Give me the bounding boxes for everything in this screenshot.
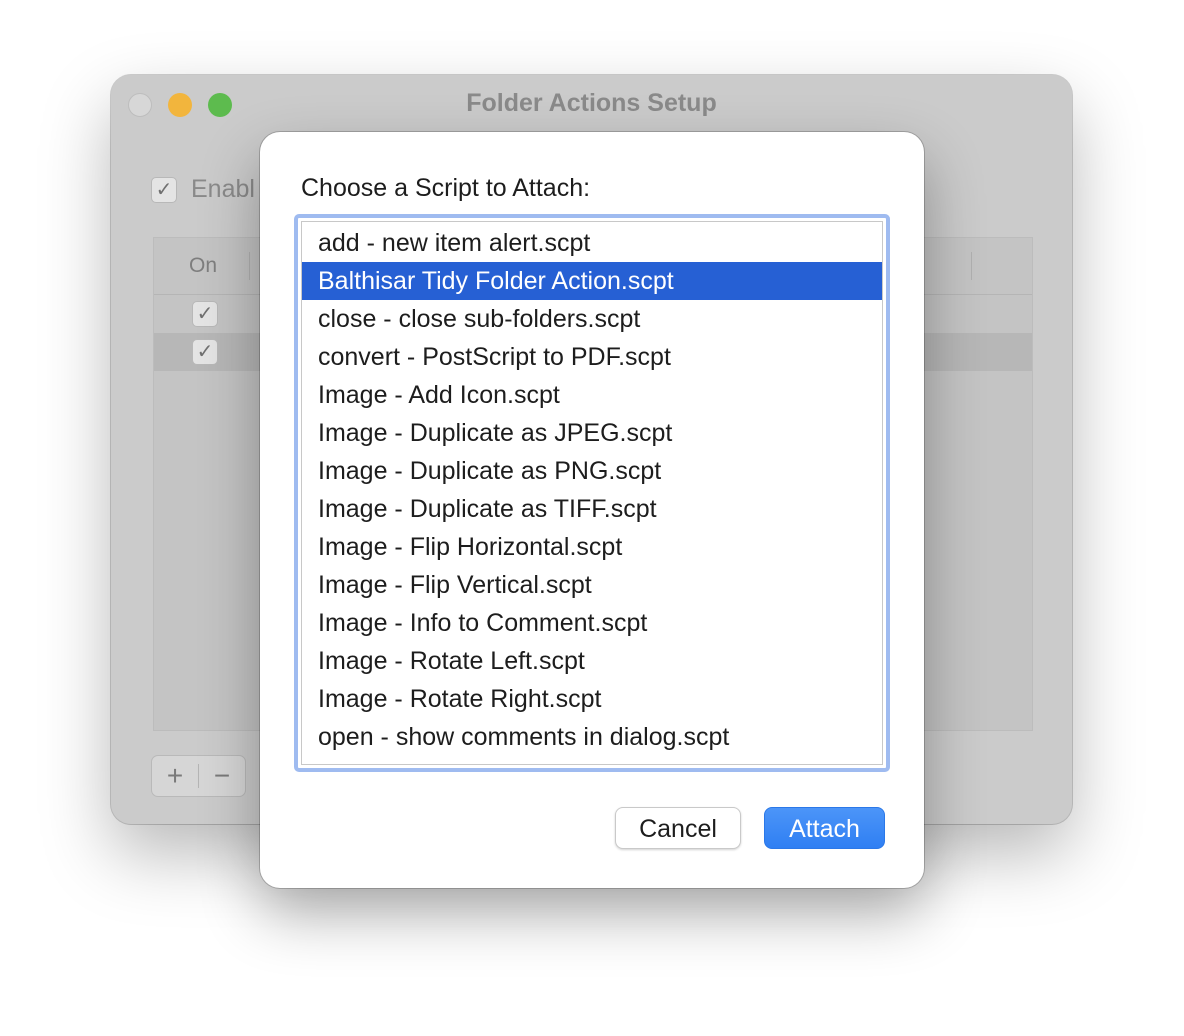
choose-script-sheet: Choose a Script to Attach: add - new ite… — [260, 132, 924, 888]
script-list-focus-ring: add - new item alert.scpt Balthisar Tidy … — [294, 214, 890, 772]
script-list-item[interactable]: Image - Add Icon.scpt — [302, 376, 882, 414]
dialog-prompt: Choose a Script to Attach: — [301, 174, 591, 202]
remove-folder-button[interactable]: − — [199, 756, 245, 796]
script-list-item[interactable]: close - close sub-folders.scpt — [302, 300, 882, 338]
attach-button[interactable]: Attach — [764, 807, 885, 849]
script-list-item[interactable]: Image - Rotate Left.scpt — [302, 642, 882, 680]
column-header-on[interactable]: On — [189, 254, 217, 278]
script-list-item[interactable]: Image - Flip Horizontal.scpt — [302, 528, 882, 566]
row-enabled-checkbox[interactable]: ✓ — [192, 339, 218, 365]
script-list-item[interactable]: convert - PostScript to PDF.scpt — [302, 338, 882, 376]
script-list[interactable]: add - new item alert.scpt Balthisar Tidy … — [301, 221, 883, 765]
row-enabled-checkbox[interactable]: ✓ — [192, 301, 218, 327]
script-list-item[interactable]: Image - Duplicate as TIFF.scpt — [302, 490, 882, 528]
script-list-item[interactable]: Image - Info to Comment.scpt — [302, 604, 882, 642]
cancel-button[interactable]: Cancel — [615, 807, 741, 849]
script-list-item[interactable]: Image - Flip Vertical.scpt — [302, 566, 882, 604]
script-list-item[interactable]: open - show comments in dialog.scpt — [302, 718, 882, 756]
script-list-item[interactable]: Image - Rotate Right.scpt — [302, 680, 882, 718]
script-list-item[interactable]: Image - Duplicate as JPEG.scpt — [302, 414, 882, 452]
add-remove-control: + − — [151, 755, 246, 797]
column-separator — [249, 252, 250, 280]
script-list-item[interactable]: Image - Duplicate as PNG.scpt — [302, 452, 882, 490]
script-list-item[interactable]: Balthisar Tidy Folder Action.scpt — [302, 262, 882, 300]
enable-folder-actions-row: ✓ Enabl — [151, 175, 255, 204]
enable-folder-actions-checkbox[interactable]: ✓ — [151, 176, 177, 203]
title-bar: Folder Actions Setup — [111, 75, 1072, 131]
add-folder-button[interactable]: + — [152, 756, 198, 796]
enable-folder-actions-label: Enabl — [191, 175, 255, 203]
script-list-item[interactable]: add - new item alert.scpt — [302, 224, 882, 262]
column-separator — [971, 252, 972, 280]
screen: Folder Actions Setup ✓ Enabl On ✓ ✓ + − — [0, 0, 1184, 1036]
window-title: Folder Actions Setup — [466, 89, 717, 117]
